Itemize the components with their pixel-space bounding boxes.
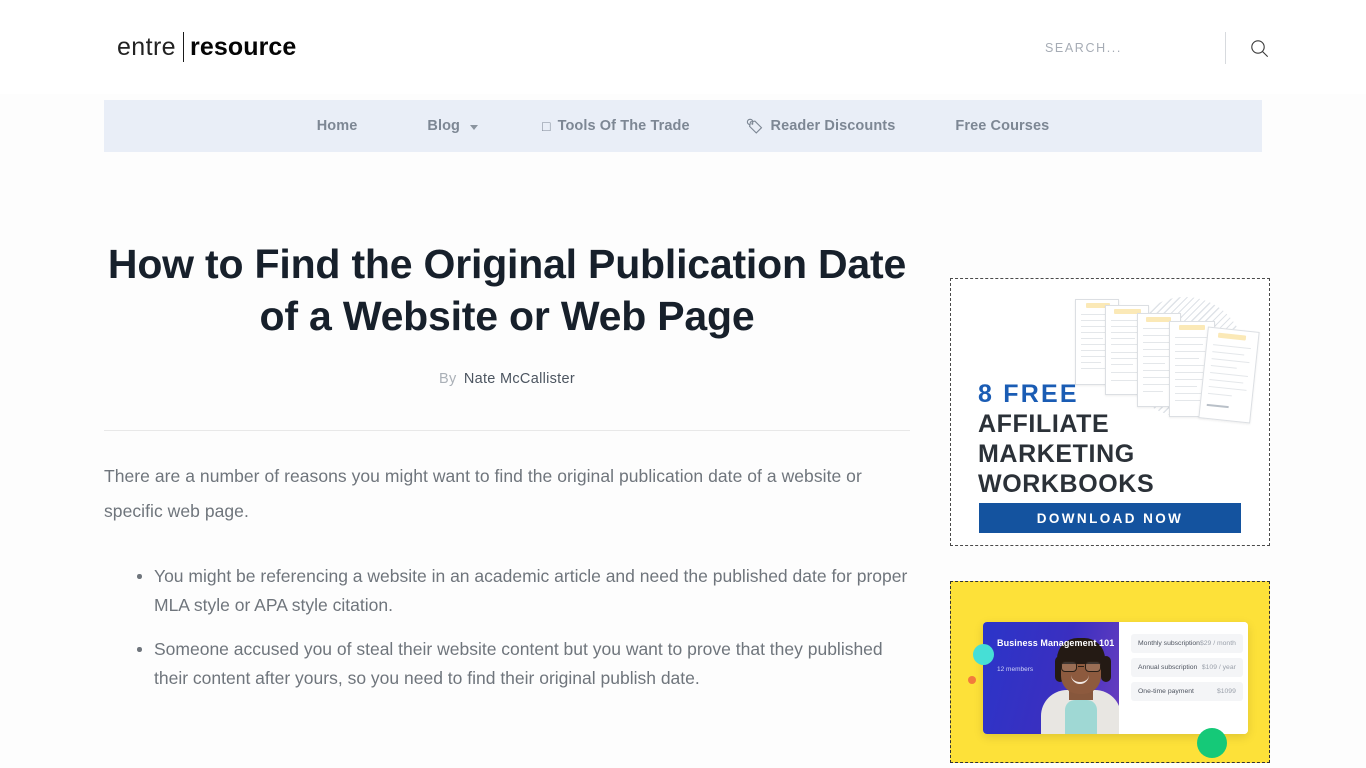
ad-headline-line-1: 8 FREE [978, 380, 1079, 408]
header-divider [104, 430, 910, 431]
course-members-count: 12 members [997, 666, 1034, 673]
tools-emoji-icon: □ [542, 118, 551, 134]
nav-item-label: Tools Of The Trade [557, 118, 690, 134]
author-link[interactable]: Nate McCallister [464, 371, 575, 387]
ad-headline-line-3: MARKETING [978, 440, 1135, 468]
course-pricing-list: Monthly subscription $29 / month Annual … [1119, 622, 1248, 734]
nav-item-label: Home [316, 118, 358, 134]
download-now-button[interactable]: DOWNLOAD NOW [979, 503, 1241, 533]
course-title: Business Management 101 [997, 638, 1115, 648]
nav-item-tools-of-the-trade[interactable]: □ Tools Of The Trade [542, 118, 690, 134]
byline-prefix: By [438, 371, 457, 387]
site-logo[interactable]: entre resource [117, 30, 296, 64]
nav-item-label: Reader Discounts [770, 118, 896, 134]
nav-item-blog[interactable]: Blog [427, 118, 479, 134]
pricing-label: Monthly subscription [1138, 640, 1200, 647]
logo-divider [182, 32, 184, 62]
article-main: How to Find the Original Publication Dat… [104, 238, 910, 708]
ad-course-promo[interactable]: Business Management 101 12 members Month… [950, 581, 1270, 763]
pricing-label: One-time payment [1138, 688, 1194, 695]
main-navigation: Home Blog □ Tools Of The Trade 🏷 Reader … [104, 100, 1262, 152]
pricing-row: One-time payment $1099 [1131, 682, 1243, 701]
list-item: You might be referencing a website in an… [137, 562, 910, 619]
sidebar: 8 FREE AFFILIATE MARKETING WORKBOOKS DOW… [950, 278, 1272, 763]
byline: By Nate McCallister [104, 371, 910, 387]
article-intro-paragraph: There are a number of reasons you might … [104, 466, 862, 521]
nav-item-label: Blog [427, 118, 461, 134]
page-root: entre resource Home Blog [0, 0, 1366, 768]
nav-item-home[interactable]: Home [317, 118, 358, 134]
nav-item-reader-discounts[interactable]: 🏷 Reader Discounts [746, 118, 896, 134]
search-icon [1250, 39, 1269, 58]
pricing-value: $109 / year [1201, 664, 1236, 671]
logo-text-first: entre [117, 32, 176, 61]
green-circle-decoration [1197, 728, 1227, 758]
course-card-cover: Business Management 101 12 members [983, 622, 1119, 734]
pricing-label: Annual subscription [1138, 664, 1198, 671]
article-bullet-list: You might be referencing a website in an… [104, 562, 910, 692]
pricing-row: Monthly subscription $29 / month [1131, 634, 1243, 653]
orange-dot-decoration [968, 676, 976, 684]
chevron-down-icon [470, 124, 479, 130]
ad-headline: 8 FREE AFFILIATE MARKETING WORKBOOKS [978, 379, 1248, 499]
nav-list: Home Blog □ Tools Of The Trade 🏷 Reader … [317, 118, 1050, 134]
pricing-value: $1099 [1216, 688, 1236, 695]
header-search [1045, 30, 1270, 66]
ad-headline-line-2: AFFILIATE [978, 410, 1110, 438]
tag-emoji-icon: 🏷 [745, 118, 764, 134]
page-title: How to Find the Original Publication Dat… [107, 241, 907, 339]
ad-affiliate-workbooks[interactable]: 8 FREE AFFILIATE MARKETING WORKBOOKS DOW… [950, 278, 1270, 546]
pricing-row: Annual subscription $109 / year [1131, 658, 1243, 677]
list-item: Someone accused you of steal their websi… [137, 635, 910, 692]
course-card: Business Management 101 12 members Month… [983, 622, 1248, 734]
ad-headline-line-4: WORKBOOKS [978, 470, 1155, 498]
teal-circle-decoration [973, 644, 994, 665]
search-divider [1225, 32, 1226, 64]
pricing-value: $29 / month [1199, 640, 1236, 647]
search-input[interactable] [1045, 41, 1205, 55]
site-header: entre resource [0, 0, 1366, 94]
search-submit-button[interactable] [1248, 37, 1270, 59]
nav-item-label: Free Courses [955, 118, 1050, 134]
logo-text-second: resource [189, 32, 297, 61]
nav-item-free-courses[interactable]: Free Courses [955, 118, 1049, 134]
